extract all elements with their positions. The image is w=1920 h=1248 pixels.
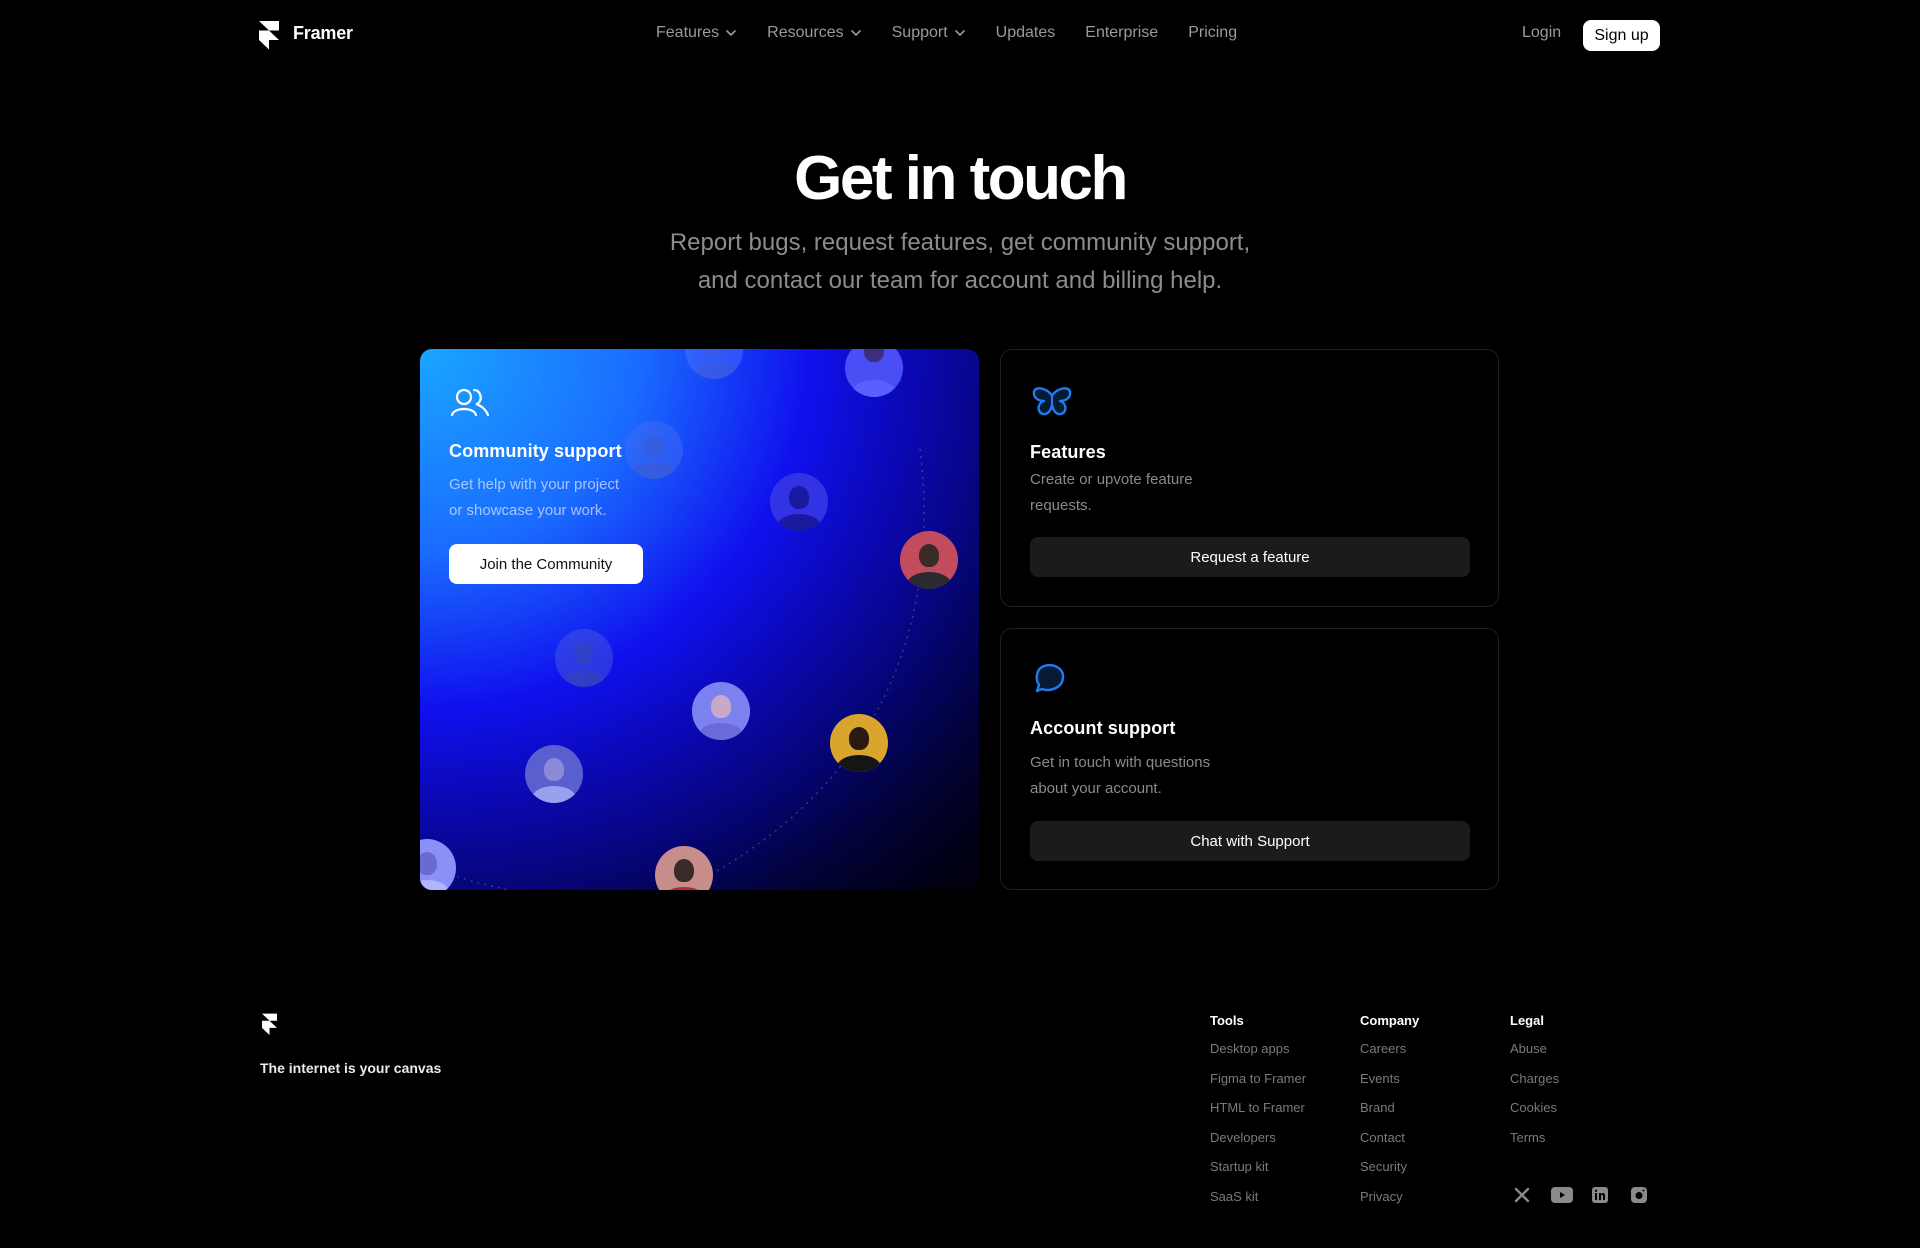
footer-link[interactable]: Cookies (1510, 1100, 1559, 1130)
footer-link[interactable]: Abuse (1510, 1041, 1559, 1071)
nav-label: Updates (995, 24, 1056, 41)
footer-link[interactable]: Careers (1360, 1041, 1419, 1071)
butterfly-icon (1032, 387, 1072, 416)
subtitle-line: Report bugs, request features, get commu… (669, 229, 1251, 256)
community-support-card: Community support Get help with your pro… (420, 349, 979, 890)
footer-link[interactable]: Contact (1360, 1130, 1419, 1160)
desc-line: Get help with your project (449, 476, 620, 493)
footer-column-legal: Legal Abuse Charges Cookies Terms (1510, 1013, 1559, 1159)
avatar (555, 629, 613, 687)
desc-line: Get in touch with questions (1030, 754, 1211, 771)
footer-link[interactable]: Developers (1210, 1130, 1306, 1160)
chevron-down-icon (954, 30, 965, 37)
nav-label: Pricing (1188, 24, 1238, 41)
page-subtitle: Report bugs, request features, get commu… (560, 224, 1360, 300)
account-support-card: Account support Get in touch with questi… (1000, 628, 1499, 890)
footer-link[interactable]: Privacy (1360, 1189, 1419, 1219)
desc-line: Create or upvote feature (1030, 471, 1193, 488)
page-title: Get in touch (794, 144, 1128, 213)
features-card: Features Create or upvote feature reques… (1000, 349, 1499, 607)
footer-column-tools: Tools Desktop apps Figma to Framer HTML … (1210, 1013, 1306, 1218)
users-icon (450, 388, 490, 417)
nav-support[interactable]: Support (892, 24, 966, 42)
footer-link[interactable]: SaaS kit (1210, 1189, 1306, 1219)
nav-label: Resources (767, 24, 844, 41)
request-feature-button[interactable]: Request a feature (1030, 537, 1470, 577)
framer-logo-icon[interactable] (259, 21, 279, 50)
card-description: Get help with your project or showcase y… (449, 472, 709, 524)
footer-link[interactable]: Figma to Framer (1210, 1071, 1306, 1101)
footer-column-title: Tools (1210, 1013, 1244, 1028)
footer-link[interactable]: Brand (1360, 1100, 1419, 1130)
avatar (830, 714, 888, 772)
footer-column-title: Company (1360, 1013, 1420, 1028)
chat-support-button[interactable]: Chat with Support (1030, 821, 1470, 861)
brand-name[interactable]: Framer (293, 23, 353, 44)
footer-tagline: The internet is your canvas (260, 1060, 442, 1076)
nav-label: Support (891, 24, 948, 41)
avatar (770, 473, 828, 531)
avatar (692, 682, 750, 740)
chevron-down-icon (726, 30, 736, 37)
avatar (655, 846, 713, 890)
subtitle-line: and contact our team for account and bil… (697, 267, 1223, 294)
footer-link[interactable]: Charges (1510, 1071, 1559, 1101)
join-community-button[interactable]: Join the Community (449, 544, 643, 584)
desc-line: requests. (1030, 497, 1092, 514)
footer-column-company: Company Careers Events Brand Contact Sec… (1360, 1013, 1419, 1218)
avatar (900, 531, 958, 589)
footer-link[interactable]: HTML to Framer (1210, 1100, 1306, 1130)
footer-link[interactable]: Startup kit (1210, 1159, 1306, 1189)
chat-bubble-icon (1035, 664, 1065, 693)
nav-features[interactable]: Features (656, 24, 737, 42)
top-navigation: Framer Features Resources Support Update… (0, 0, 1920, 70)
avatar (625, 421, 683, 479)
main-nav: Features Resources Support Updates Enter… (656, 24, 1267, 42)
avatar (685, 349, 743, 379)
card-description: Get in touch with questions about your a… (1030, 750, 1290, 802)
youtube-icon[interactable] (1550, 1186, 1574, 1204)
footer-link[interactable]: Terms (1510, 1130, 1559, 1160)
card-title: Account support (1030, 718, 1176, 738)
nav-label: Enterprise (1085, 24, 1159, 41)
desc-line: about your account. (1030, 780, 1162, 797)
card-title: Community support (449, 441, 622, 461)
chevron-down-icon (850, 30, 861, 37)
footer-link[interactable]: Events (1360, 1071, 1419, 1101)
footer-link[interactable]: Desktop apps (1210, 1041, 1306, 1071)
card-description: Create or upvote feature requests. (1030, 467, 1290, 519)
nav-pricing[interactable]: Pricing (1188, 24, 1237, 42)
footer-column-title: Legal (1510, 1013, 1544, 1028)
card-title: Features (1030, 442, 1106, 462)
footer-link[interactable]: Security (1360, 1159, 1419, 1189)
x-icon[interactable] (1512, 1186, 1532, 1204)
desc-line: or showcase your work. (449, 502, 607, 519)
orbit-decoration (420, 448, 925, 890)
avatar (525, 745, 583, 803)
avatar (845, 349, 903, 397)
login-link[interactable]: Login (1522, 24, 1561, 42)
nav-resources[interactable]: Resources (767, 24, 861, 42)
nav-updates[interactable]: Updates (996, 24, 1056, 42)
nav-enterprise[interactable]: Enterprise (1085, 24, 1158, 42)
nav-label: Features (656, 24, 720, 41)
avatar (420, 839, 456, 890)
framer-logo-icon[interactable] (262, 1013, 277, 1036)
signup-button[interactable]: Sign up (1583, 20, 1660, 51)
instagram-icon[interactable] (1629, 1186, 1649, 1204)
linkedin-icon[interactable] (1590, 1186, 1610, 1204)
